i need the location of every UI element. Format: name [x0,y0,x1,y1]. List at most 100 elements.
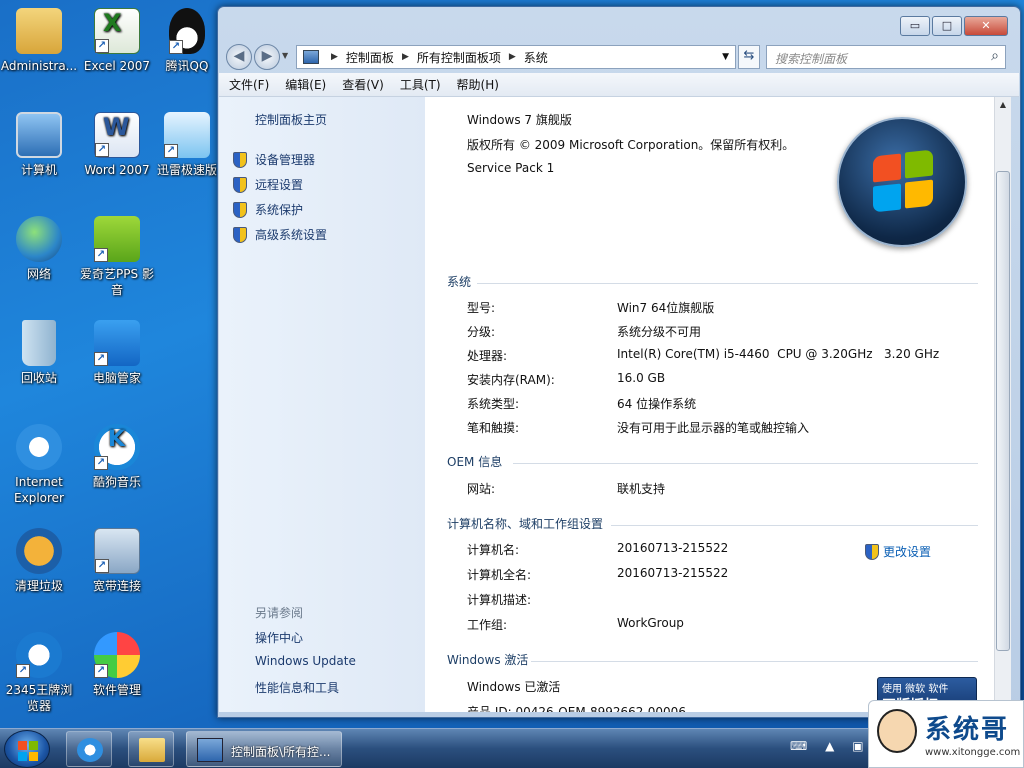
navigation-row: ◀ ▶ ▼ ▶ 控制面板 ▶ 所有控制面板项 ▶ 系统 ▼ ⇆ 搜索控制面板 ⌕ [226,43,1012,71]
breadcrumb-chevron-icon[interactable]: ▶ [331,52,338,62]
menu-view[interactable]: 查看(V) [342,76,384,93]
maximize-button[interactable]: □ [932,16,962,36]
computer-name-section-title: 计算机名称、域和工作组设置 [447,517,604,531]
pen-touch-label: 笔和触摸: [467,421,520,435]
breadcrumb-chevron-icon[interactable]: ▶ [509,52,516,62]
broom-icon [16,528,62,574]
desktop-icon-clean-junk[interactable]: 清理垃圾 [0,522,78,618]
taskbar-explorer[interactable] [128,731,174,767]
menu-tools[interactable]: 工具(T) [400,76,441,93]
watermark-title: 系统哥 [925,715,1010,745]
network-status-icon[interactable]: ▣ [852,739,863,753]
system-protection-link[interactable]: 系统保护 [233,201,303,218]
performance-info-link[interactable]: 性能信息和工具 [255,679,339,696]
desktop-icon-computer[interactable]: 计算机 [0,106,78,202]
keyboard-icon[interactable]: ⌨ [790,739,807,753]
iqiyi-icon: ↗ [94,216,140,262]
edition-name: Windows 7 旗舰版 [467,113,572,127]
qq-penguin-icon: ↗ [169,8,205,54]
breadcrumb-all-items[interactable]: 所有控制面板项 [417,49,501,66]
shortcut-arrow-icon: ↗ [94,352,108,366]
control-panel-home-link[interactable]: 控制面板主页 [255,111,327,128]
vertical-scrollbar[interactable]: ▲ ▼ [994,97,1011,712]
desktop-icon-internet-explorer[interactable]: Internet Explorer [0,418,78,514]
see-also-heading: 另请参阅 [255,606,304,620]
shortcut-arrow-icon: ↗ [94,248,108,262]
desktop-icon-qq[interactable]: ↗ 腾讯QQ [156,2,218,98]
device-manager-link[interactable]: 设备管理器 [233,151,315,168]
processor-value: Intel(R) Core(TM) i5-4460 CPU @ 3.20GHz … [617,347,940,361]
breadcrumb-control-panel[interactable]: 控制面板 [346,49,394,66]
start-button[interactable] [4,730,50,768]
notification-arrow-icon[interactable]: ▲ [825,739,834,753]
control-panel-icon [197,738,223,762]
windows-flag-icon [18,741,27,750]
divider [513,463,978,464]
desktop-icon-pc-manager[interactable]: ↗ 电脑管家 [78,314,156,410]
remote-settings-link[interactable]: 远程设置 [233,176,303,193]
taskbar-internet-explorer[interactable] [66,731,112,767]
minimize-button[interactable]: ▭ [900,16,930,36]
rating-link[interactable]: 系统分级不可用 [617,323,701,340]
excel-icon: X ↗ [94,8,140,54]
scroll-up-arrow-icon[interactable]: ▲ [995,97,1011,113]
kugou-icon: K ↗ [94,424,140,470]
copyright-text: 版权所有 © 2009 Microsoft Corporation。保留所有权利… [467,138,795,152]
computer-description-label: 计算机描述: [467,593,532,607]
desktop-icon-recycle-bin[interactable]: 回收站 [0,314,78,410]
online-support-link[interactable]: 联机支持 [617,480,665,497]
back-button[interactable]: ◀ [226,44,252,70]
breadcrumb-chevron-icon[interactable]: ▶ [402,52,409,62]
shortcut-arrow-icon: ↗ [95,143,109,157]
shortcut-arrow-icon: ↗ [164,144,178,158]
search-icon[interactable]: ⌕ [991,48,999,64]
recent-pages-dropdown-icon[interactable]: ▼ [282,51,288,60]
system-type-label: 系统类型: [467,397,520,411]
desktop-icon-2345-browser[interactable]: ↗ 2345王牌浏览器 [0,626,78,722]
network-computers-icon: ↗ [94,528,140,574]
system-type-value: 64 位操作系统 [617,397,697,411]
caption-buttons: ▭ □ ✕ [898,16,1008,36]
desktop-icon-administrator[interactable]: Administra... [0,2,78,98]
shortcut-arrow-icon: ↗ [95,39,109,53]
address-dropdown-icon[interactable]: ▼ [722,52,729,62]
shortcut-arrow-icon: ↗ [94,456,108,470]
desktop-icon-broadband-connection[interactable]: ↗ 宽带连接 [78,522,156,618]
menu-edit[interactable]: 编辑(E) [285,76,326,93]
close-button[interactable]: ✕ [964,16,1008,36]
change-settings-link[interactable]: 更改设置 [865,543,931,560]
desktop-icon-excel-2007[interactable]: X ↗ Excel 2007 [78,2,156,98]
desktop-icon-iqiyi-pps[interactable]: ↗ 爱奇艺PPS 影音 [78,210,156,306]
menu-help[interactable]: 帮助(H) [457,76,499,93]
processor-label: 处理器: [467,349,508,363]
shortcut-arrow-icon: ↗ [95,559,109,573]
windows-update-link[interactable]: Windows Update [255,654,356,668]
desktop-icon-word-2007[interactable]: W ↗ Word 2007 [78,106,156,202]
word-icon: W ↗ [94,112,140,158]
menu-file[interactable]: 文件(F) [229,76,269,93]
system-tray: ⌨ ▲ ▣ [790,739,864,753]
forward-button[interactable]: ▶ [254,44,280,70]
desktop-icon-kugou-music[interactable]: K ↗ 酷狗音乐 [78,418,156,514]
scroll-thumb[interactable] [996,171,1010,651]
search-input[interactable]: 搜索控制面板 ⌕ [766,45,1006,69]
left-task-pane: 控制面板主页 设备管理器 远程设置 系统保护 高级系统设置 另请参阅 操作中心 … [219,97,425,712]
refresh-button[interactable]: ⇆ [738,45,760,69]
breadcrumb-system[interactable]: 系统 [524,49,548,66]
website-label: 网站: [467,482,496,496]
full-computer-name-value: 20160713-215522 [617,566,729,580]
shield-check-icon: ↗ [94,320,140,366]
thunder-bird-icon: ↗ [164,112,210,158]
desktop-icon-network[interactable]: 网络 [0,210,78,306]
desktop-icon-thunder-speed[interactable]: ↗ 迅雷极速版 [156,106,218,202]
folder-icon [139,738,165,762]
uac-shield-icon [233,226,247,243]
taskbar-control-panel-window[interactable]: 控制面板\所有控... [186,731,342,767]
windows-logo-icon [837,117,967,247]
cartoon-face-logo [877,709,917,753]
address-bar[interactable]: ▶ 控制面板 ▶ 所有控制面板项 ▶ 系统 ▼ [296,45,736,69]
advanced-system-settings-link[interactable]: 高级系统设置 [233,226,327,243]
pen-touch-value: 没有可用于此显示器的笔或触控输入 [617,421,810,435]
action-center-link[interactable]: 操作中心 [255,629,303,646]
desktop-icon-software-manager[interactable]: ↗ 软件管理 [78,626,156,722]
